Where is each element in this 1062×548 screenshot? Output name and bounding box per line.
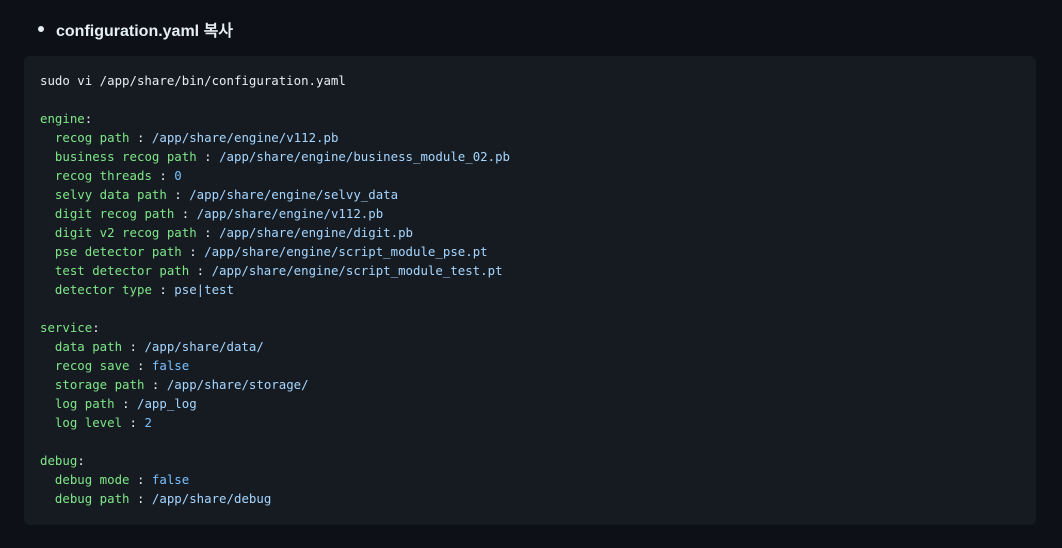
yaml-key: selvy data path xyxy=(54,187,167,202)
yaml-section-engine: engine: xyxy=(40,111,93,126)
yaml-key: pse detector path xyxy=(54,244,182,259)
yaml-value: /app/share/engine/business_module_02.pb xyxy=(219,149,510,164)
yaml-value: /app/share/engine/script_module_test.pt xyxy=(211,263,503,278)
yaml-value: false xyxy=(151,472,190,487)
yaml-entry: log level : 2 xyxy=(54,415,152,430)
yaml-entry: pse detector path : /app/share/engine/sc… xyxy=(54,244,488,259)
yaml-value: 0 xyxy=(174,168,182,183)
yaml-entry: digit recog path : /app/share/engine/v11… xyxy=(54,206,384,221)
yaml-entry: data path : /app/share/data/ xyxy=(54,339,264,354)
yaml-value: /app_log xyxy=(137,396,197,411)
yaml-section-service: service: xyxy=(40,320,100,335)
yaml-value: false xyxy=(151,358,190,373)
yaml-value: pse|test xyxy=(174,282,234,297)
yaml-entry: recog path : /app/share/engine/v112.pb xyxy=(54,130,339,145)
yaml-key: digit v2 recog path xyxy=(54,225,197,240)
yaml-entry: debug mode : false xyxy=(54,472,190,487)
bullet-icon xyxy=(38,26,44,32)
yaml-entry: selvy data path : /app/share/engine/selv… xyxy=(54,187,399,202)
yaml-sections: engine: recog path : /app/share/engine/v… xyxy=(40,109,1036,508)
yaml-entry: recog threads : 0 xyxy=(54,168,182,183)
yaml-value: /app/share/engine/script_module_pse.pt xyxy=(204,244,488,259)
yaml-key: debug path xyxy=(54,491,130,506)
yaml-section-key: engine xyxy=(40,111,85,126)
yaml-section-key: service xyxy=(40,320,93,335)
yaml-key: business recog path xyxy=(54,149,197,164)
yaml-value: /app/share/engine/selvy_data xyxy=(189,187,399,202)
yaml-entry: recog save : false xyxy=(54,358,190,373)
yaml-value: /app/share/storage/ xyxy=(166,377,309,392)
code-content[interactable]: sudo vi /app/share/bin/configuration.yam… xyxy=(40,71,1036,508)
yaml-key: recog save xyxy=(54,358,130,373)
yaml-value: /app/share/data/ xyxy=(144,339,264,354)
yaml-entry: digit v2 recog path : /app/share/engine/… xyxy=(54,225,414,240)
yaml-value: /app/share/engine/v112.pb xyxy=(151,130,339,145)
code-command-line: sudo vi /app/share/bin/configuration.yam… xyxy=(40,73,346,88)
yaml-key: data path xyxy=(54,339,123,354)
list-item-title: configuration.yaml 복사 xyxy=(56,23,234,40)
yaml-key: test detector path xyxy=(54,263,190,278)
yaml-key: log level xyxy=(54,415,123,430)
yaml-entry: storage path : /app/share/storage/ xyxy=(54,377,309,392)
list-item: configuration.yaml 복사 xyxy=(38,16,233,42)
yaml-entry: debug path : /app/share/debug xyxy=(54,491,272,506)
yaml-entry: detector type : pse|test xyxy=(54,282,234,297)
yaml-section-key: debug xyxy=(40,453,78,468)
yaml-key: debug mode xyxy=(54,472,130,487)
yaml-entry: business recog path : /app/share/engine/… xyxy=(54,149,510,164)
yaml-key: digit recog path xyxy=(54,206,175,221)
yaml-entry: log path : /app_log xyxy=(54,396,197,411)
yaml-key: storage path xyxy=(54,377,145,392)
yaml-key: recog threads xyxy=(54,168,152,183)
yaml-key: recog path xyxy=(54,130,130,145)
yaml-value: /app/share/debug xyxy=(151,491,272,506)
yaml-key: log path xyxy=(54,396,115,411)
yaml-key: detector type xyxy=(54,282,152,297)
yaml-value: /app/share/engine/v112.pb xyxy=(196,206,384,221)
code-block[interactable]: sudo vi /app/share/bin/configuration.yam… xyxy=(24,56,1036,525)
yaml-section-debug: debug: xyxy=(40,453,85,468)
yaml-value: 2 xyxy=(144,415,152,430)
yaml-value: /app/share/engine/digit.pb xyxy=(219,225,414,240)
yaml-entry: test detector path : /app/share/engine/s… xyxy=(54,263,503,278)
